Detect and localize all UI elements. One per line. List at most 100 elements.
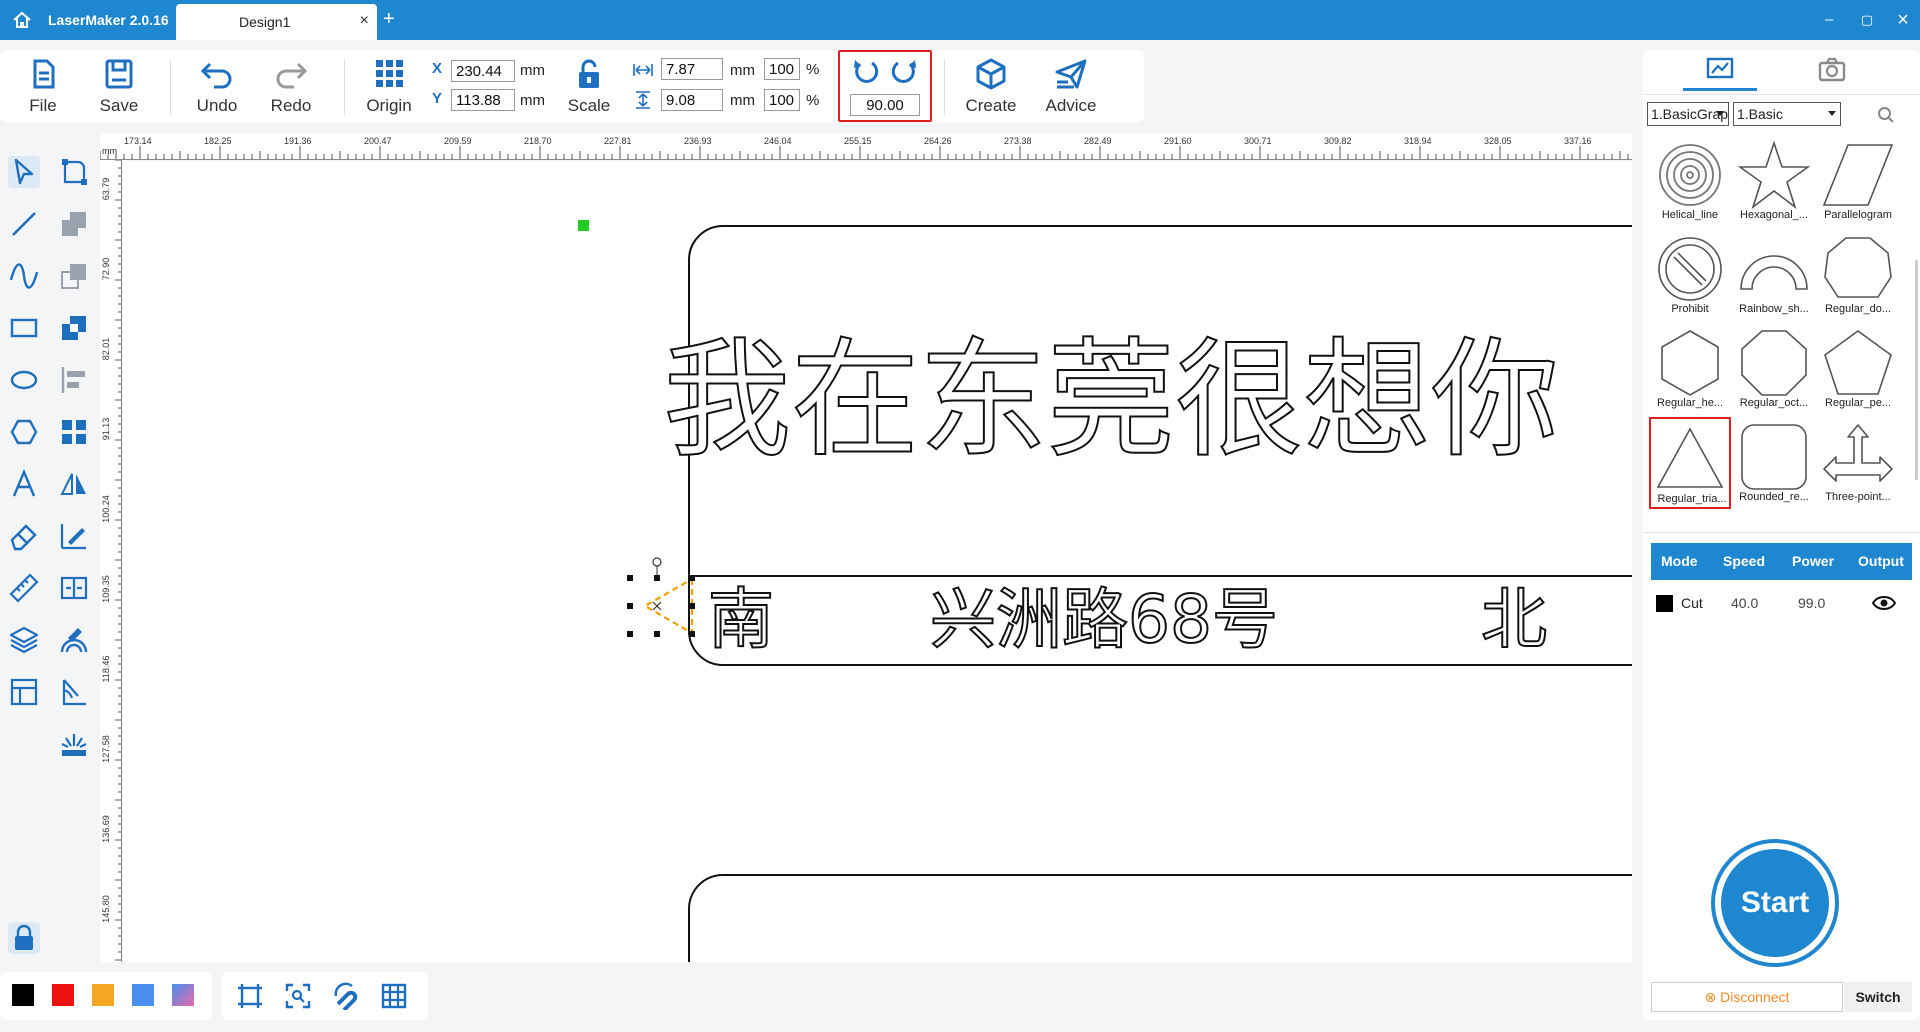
select-tool[interactable] [8,156,40,188]
node-edit-tool[interactable] [58,156,90,188]
text-tool[interactable] [8,468,40,500]
x-position-input[interactable] [451,60,515,82]
close-window-button[interactable]: × [1888,0,1918,40]
shape-rounded-rectangle[interactable]: Rounded_re... [1733,417,1815,509]
shape-regular-triangle[interactable]: Regular_tria... [1649,417,1731,509]
undo-button[interactable]: Undo [180,58,254,116]
shape-three-point-arrow[interactable]: Three-point... [1817,417,1899,509]
rotate-cw-icon[interactable] [890,58,918,86]
chevron-down-icon [1716,111,1724,116]
layer-mode[interactable]: Cut [1681,580,1703,626]
zoom-selection-icon[interactable] [284,982,312,1010]
height-input[interactable] [661,89,723,111]
tab-design1[interactable]: Design1 × [176,4,377,40]
height-unit: mm [730,92,755,109]
fit-frame-icon[interactable] [236,982,264,1010]
color-swatch-blue[interactable] [132,984,154,1006]
height-percent-input[interactable] [764,89,800,111]
layer-speed[interactable]: 40.0 [1731,580,1758,626]
home-icon[interactable] [12,11,32,29]
width-input[interactable] [661,58,723,80]
union-tool[interactable] [58,208,90,240]
angle-tool[interactable] [58,676,90,708]
grid-icon[interactable] [380,982,408,1010]
ruler-tick-label: 318.94 [1404,136,1432,146]
rotate-ccw-icon[interactable] [852,58,880,86]
curve-tool[interactable] [8,260,40,292]
eraser-tool[interactable] [8,520,40,552]
intersect-tool[interactable] [58,312,90,344]
shape-rainbow[interactable]: Rainbow_sh... [1733,229,1815,321]
create-button[interactable]: Create [954,58,1028,116]
disconnect-button[interactable]: ⊗ Disconnect [1651,982,1843,1012]
subcategory-select[interactable]: 1.Basic [1733,102,1841,126]
color-swatch-orange[interactable] [92,984,114,1006]
shape-hexagonal-star[interactable]: Hexagonal_... [1733,135,1815,227]
color-swatch-red[interactable] [52,984,74,1006]
eye-icon[interactable] [1871,594,1897,612]
shape-label: Parallelogram [1824,209,1892,221]
rectangle-tool[interactable] [8,312,40,344]
laser-test-tool[interactable] [58,728,90,760]
left-text[interactable]: 南 [707,584,775,656]
shape-regular-dodecagon[interactable]: Regular_do... [1817,229,1899,321]
shape-helical-line[interactable]: Helical_line [1649,135,1731,227]
maximize-button[interactable]: ▢ [1852,0,1882,40]
right-text[interactable]: 北 [1480,584,1548,656]
file-button[interactable]: File [6,58,80,116]
magnet-snap-icon[interactable] [332,982,360,1010]
search-icon[interactable] [1877,106,1895,124]
lock-toggle[interactable] [8,922,40,954]
center-text[interactable]: 兴洲路68号 [929,584,1279,656]
shape-regular-octagon[interactable]: Regular_oct... [1733,323,1815,415]
redo-icon [276,62,308,89]
polygon-tool[interactable] [8,416,40,448]
trace-tool[interactable] [58,520,90,552]
array-tool[interactable] [58,416,90,448]
selected-triangle[interactable] [613,551,713,641]
table-tool[interactable] [8,676,40,708]
align-tool[interactable] [58,364,90,396]
graphic-library-tab-icon[interactable] [1705,56,1735,84]
save-label: Save [99,96,139,115]
color-swatch-black[interactable] [12,984,34,1006]
switch-button[interactable]: Switch [1844,982,1912,1012]
shape-parallelogram[interactable]: Parallelogram [1817,135,1899,227]
minimize-button[interactable]: – [1814,0,1844,40]
ruler-tick-label: 337.16 [1564,136,1592,146]
scale-lock-button[interactable]: Scale [552,58,626,116]
y-position-input[interactable] [451,89,515,111]
camera-tab-icon[interactable] [1817,56,1847,84]
tab-close-icon[interactable]: × [360,4,369,38]
color-swatch-gradient[interactable] [172,984,194,1006]
start-button[interactable]: Start [1711,839,1839,967]
advice-button[interactable]: Advice [1034,58,1108,116]
ellipse-tool[interactable] [8,364,40,396]
subtract-tool[interactable] [58,260,90,292]
redo-button[interactable]: Redo [254,58,328,116]
octagon-icon [1824,237,1892,298]
main-text[interactable]: 我在东莞很想你 [662,330,1560,472]
distribute-tool[interactable] [58,572,90,604]
layer-color-swatch[interactable] [1656,595,1673,612]
new-tab-button[interactable]: + [383,0,395,38]
design-canvas[interactable]: 我在东莞很想你 南 兴洲路68号 北 [123,161,1632,962]
layer-power[interactable]: 99.0 [1798,580,1825,626]
shape-prohibit[interactable]: Prohibit [1649,229,1731,321]
category-select[interactable]: 1.BasicGraph [1647,102,1729,126]
rotation-angle-input[interactable] [850,94,920,116]
library-scrollbar[interactable] [1915,260,1918,480]
offset-tool[interactable] [58,624,90,656]
undo-label: Undo [196,96,238,115]
col-output: Output [1858,553,1904,569]
layers-tool[interactable] [8,624,40,656]
width-percent-input[interactable] [764,58,800,80]
line-tool[interactable] [8,208,40,240]
shape-regular-hexagon[interactable]: Regular_he... [1649,323,1731,415]
measure-tool[interactable] [8,572,40,604]
shape-regular-pentagon[interactable]: Regular_pe... [1817,323,1899,415]
origin-button[interactable]: Origin [352,58,426,116]
mirror-tool[interactable] [58,468,90,500]
save-button[interactable]: Save [82,58,156,116]
layer-row[interactable]: Cut 40.0 99.0 [1651,580,1912,626]
